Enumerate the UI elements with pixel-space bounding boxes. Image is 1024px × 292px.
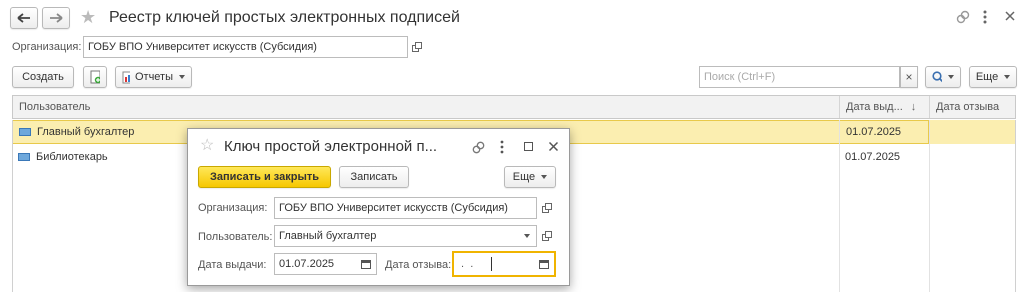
chevron-down-icon[interactable] <box>524 234 530 238</box>
row-revoke-date <box>929 145 1016 169</box>
table-left-border <box>12 120 13 292</box>
organization-value: ГОБУ ВПО Университет искусств (Субсидия) <box>88 41 317 53</box>
document-add-icon <box>90 70 100 84</box>
column-divider <box>929 120 930 292</box>
key-card-icon <box>19 128 31 136</box>
arrow-right-icon <box>50 13 63 23</box>
key-card-icon <box>18 153 30 161</box>
dialog-org-open-button[interactable] <box>538 198 556 218</box>
search-clear-button[interactable]: × <box>900 66 918 88</box>
save-and-close-button[interactable]: Записать и закрыть <box>198 166 331 188</box>
row-user: Библиотекарь <box>36 151 108 163</box>
column-divider <box>839 120 840 292</box>
column-header-user[interactable]: Пользователь <box>13 96 840 118</box>
more-label: Еще <box>975 71 999 83</box>
arrow-left-icon <box>17 13 30 23</box>
issue-date-value: 01.07.2025 <box>279 258 335 270</box>
more-button[interactable]: Еще <box>969 66 1017 88</box>
column-header-revoke-date[interactable]: Дата отзыва <box>930 96 1017 118</box>
text-cursor <box>491 257 492 271</box>
forward-button[interactable] <box>42 7 70 29</box>
back-button[interactable] <box>10 7 38 29</box>
revoke-date-field[interactable]: . . <box>452 251 556 277</box>
favorite-star-icon[interactable]: ★ <box>80 8 96 26</box>
menu-dots-icon[interactable] <box>500 140 504 157</box>
menu-dots-icon[interactable] <box>983 9 987 25</box>
dialog-org-label: Организация: <box>198 202 268 214</box>
row-issue-date: 01.07.2025 <box>839 120 929 144</box>
clear-icon: × <box>905 70 913 84</box>
close-icon[interactable] <box>548 141 559 155</box>
row-issue-date: 01.07.2025 <box>845 151 901 163</box>
calendar-icon[interactable] <box>361 259 371 269</box>
favorite-star-icon[interactable]: ☆ <box>200 138 214 154</box>
save-button[interactable]: Записать <box>339 166 409 188</box>
key-dialog: ☆ Ключ простой электронной п... Записать… <box>187 128 570 286</box>
dialog-org-field[interactable]: ГОБУ ВПО Университет искусств (Субсидия) <box>274 197 537 219</box>
dialog-title: Ключ простой электронной п... <box>224 138 438 155</box>
row-revoke-date <box>929 120 1016 144</box>
maximize-icon[interactable] <box>524 142 533 151</box>
report-icon <box>122 71 130 83</box>
open-form-icon <box>412 42 422 52</box>
open-form-icon <box>542 203 552 213</box>
dialog-user-value: Главный бухгалтер <box>279 230 377 242</box>
row-user: Главный бухгалтер <box>37 126 135 138</box>
search-icon <box>932 71 942 83</box>
organization-label: Организация: <box>12 41 82 53</box>
link-icon[interactable] <box>472 141 485 157</box>
revoke-date-value: . . <box>458 258 489 270</box>
column-issue-date-label: Дата выд... <box>846 101 903 113</box>
dialog-user-open-button[interactable] <box>538 226 556 246</box>
organization-field[interactable]: ГОБУ ВПО Университет искусств (Субсидия) <box>83 36 408 58</box>
reports-button[interactable]: Отчеты <box>115 66 192 88</box>
dialog-user-field[interactable]: Главный бухгалтер <box>274 225 537 247</box>
open-form-icon <box>542 231 552 241</box>
column-header-issue-date[interactable]: Дата выд... ↓ <box>840 96 930 118</box>
copy-button[interactable] <box>83 66 107 88</box>
dialog-org-value: ГОБУ ВПО Университет искусств (Субсидия) <box>279 202 508 214</box>
dialog-more-button[interactable]: Еще <box>504 166 556 188</box>
link-icon[interactable] <box>956 10 970 27</box>
calendar-icon[interactable] <box>539 259 549 269</box>
organization-open-button[interactable] <box>408 37 426 57</box>
search-placeholder: Поиск (Ctrl+F) <box>704 71 776 83</box>
table-right-border <box>1015 120 1016 292</box>
issue-date-label: Дата выдачи: <box>198 259 267 271</box>
search-input[interactable]: Поиск (Ctrl+F) <box>699 66 900 88</box>
issue-date-field[interactable]: 01.07.2025 <box>274 253 377 275</box>
sort-down-icon: ↓ <box>910 101 917 113</box>
search-button[interactable] <box>925 66 961 88</box>
create-button[interactable]: Создать <box>12 66 74 88</box>
dialog-user-label: Пользователь: <box>198 231 273 243</box>
window-title: Реестр ключей простых электронных подпис… <box>109 9 460 26</box>
revoke-date-label: Дата отзыва: <box>385 259 452 271</box>
table-header: Пользователь Дата выд... ↓ Дата отзыва <box>12 95 1016 119</box>
reports-label: Отчеты <box>134 71 173 83</box>
close-icon[interactable] <box>1004 10 1016 25</box>
dialog-more-label: Еще <box>512 171 536 183</box>
